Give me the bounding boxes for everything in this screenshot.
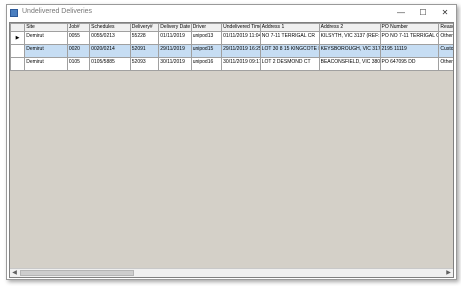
- cell-driver[interactable]: unipod13: [190, 31, 223, 45]
- cell-undelivered-time[interactable]: 01/11/2019 11:04: [221, 31, 261, 45]
- cell-job[interactable]: 0020: [66, 44, 91, 58]
- cell-address-1[interactable]: LOT 30 8 15 KINGCOTE DRIV: [259, 44, 320, 58]
- cell-site[interactable]: Demirut: [24, 44, 68, 58]
- horizontal-scrollbar[interactable]: ◀ ▶: [10, 268, 453, 277]
- cell-schedules[interactable]: 0055/0213: [89, 31, 131, 45]
- cell-address-1[interactable]: LOT 2 DESMOND CT: [259, 57, 320, 71]
- corner-cell[interactable]: [10, 23, 26, 32]
- window-title: Undelivered Deliveries: [22, 8, 93, 15]
- cell-reason[interactable]: Other: [438, 57, 453, 71]
- column-header-job[interactable]: Job#: [66, 23, 91, 32]
- cell-delivery-date[interactable]: 29/11/2019: [158, 44, 192, 58]
- cell-po-number[interactable]: PO NO 7-11 TERRIGAL CR, K: [379, 31, 440, 45]
- cell-delivery-date[interactable]: 01/11/2019: [158, 31, 192, 45]
- cell-delivery-number[interactable]: 55228: [129, 31, 160, 45]
- column-header-po-number[interactable]: PO Number: [379, 23, 440, 32]
- column-header-delivery-date[interactable]: Delivery Date: [158, 23, 192, 32]
- cell-site[interactable]: Demirut: [24, 31, 68, 45]
- scroll-right-icon[interactable]: ▶: [444, 269, 453, 277]
- cell-reason[interactable]: Custome: [438, 44, 453, 58]
- deliveries-table: Site Job# Schedules Delivery# Delivery D…: [10, 23, 453, 71]
- column-header-address-2[interactable]: Address 2: [318, 23, 381, 32]
- cell-po-number[interactable]: PO 647095 DD: [379, 57, 440, 71]
- maximize-button[interactable]: ☐: [412, 5, 434, 20]
- cell-job[interactable]: 0055: [66, 31, 91, 45]
- cell-undelivered-time[interactable]: 29/11/2019 16:25: [221, 44, 261, 58]
- undelivered-deliveries-window: Undelivered Deliveries — ☐ ✕ Site Job# S…: [6, 4, 457, 280]
- cell-schedules[interactable]: 0020/0214: [89, 44, 131, 58]
- column-header-schedules[interactable]: Schedules: [89, 23, 131, 32]
- column-header-site[interactable]: Site: [24, 23, 68, 32]
- table-row[interactable]: Demirut 0020 0020/0214 52091 29/11/2019 …: [10, 44, 453, 58]
- data-grid: Site Job# Schedules Delivery# Delivery D…: [10, 23, 453, 269]
- cell-delivery-number[interactable]: 52093: [129, 57, 160, 71]
- cell-schedules[interactable]: 0105/5885: [89, 57, 131, 71]
- scroll-left-icon[interactable]: ◀: [10, 269, 19, 277]
- header-row: Site Job# Schedules Delivery# Delivery D…: [10, 23, 453, 32]
- table-row[interactable]: ▶ Demirut 0055 0055/0213 55228 01/11/201…: [10, 31, 453, 45]
- cell-reason[interactable]: Other: [438, 31, 453, 45]
- column-header-delivery-number[interactable]: Delivery#: [129, 23, 160, 32]
- cell-delivery-date[interactable]: 30/11/2019: [158, 57, 192, 71]
- cell-address-2[interactable]: BEACONSFIELD, VIC 3807 (RE: [318, 57, 381, 71]
- title-bar[interactable]: Undelivered Deliveries — ☐ ✕: [7, 5, 456, 22]
- cell-address-1[interactable]: NO 7-11 TERRIGAL CR: [259, 31, 320, 45]
- row-header[interactable]: ▶: [10, 31, 26, 45]
- cell-po-number[interactable]: 2195 11119: [379, 44, 440, 58]
- cell-job[interactable]: 0105: [66, 57, 91, 71]
- row-header[interactable]: [10, 44, 26, 58]
- column-header-undelivered-time[interactable]: Undelivered Time: [221, 23, 261, 32]
- table-row[interactable]: Demirut 0105 0105/5885 52093 30/11/2019 …: [10, 57, 453, 71]
- scroll-thumb[interactable]: [20, 270, 134, 276]
- column-header-reason[interactable]: Reason: [438, 23, 453, 32]
- close-button[interactable]: ✕: [434, 5, 456, 20]
- current-row-icon: ▶: [15, 35, 20, 41]
- cell-delivery-number[interactable]: 52091: [129, 44, 160, 58]
- cell-driver[interactable]: unipod15: [190, 44, 223, 58]
- column-header-address-1[interactable]: Address 1: [259, 23, 320, 32]
- cell-address-2[interactable]: KILSYTH, VIC 3137 (REF: 55 F: [318, 31, 381, 45]
- grid-area: Site Job# Schedules Delivery# Delivery D…: [9, 22, 454, 278]
- cell-site[interactable]: Demirut: [24, 57, 68, 71]
- cell-undelivered-time[interactable]: 30/11/2019 09:17: [221, 57, 261, 71]
- cell-driver[interactable]: unipod16: [190, 57, 223, 71]
- row-header[interactable]: [10, 57, 26, 71]
- minimize-button[interactable]: —: [390, 5, 412, 20]
- cell-address-2[interactable]: KEYSBOROUGH, VIC 3173 (RE: [318, 44, 381, 58]
- app-icon: [10, 9, 18, 17]
- column-header-driver[interactable]: Driver: [190, 23, 223, 32]
